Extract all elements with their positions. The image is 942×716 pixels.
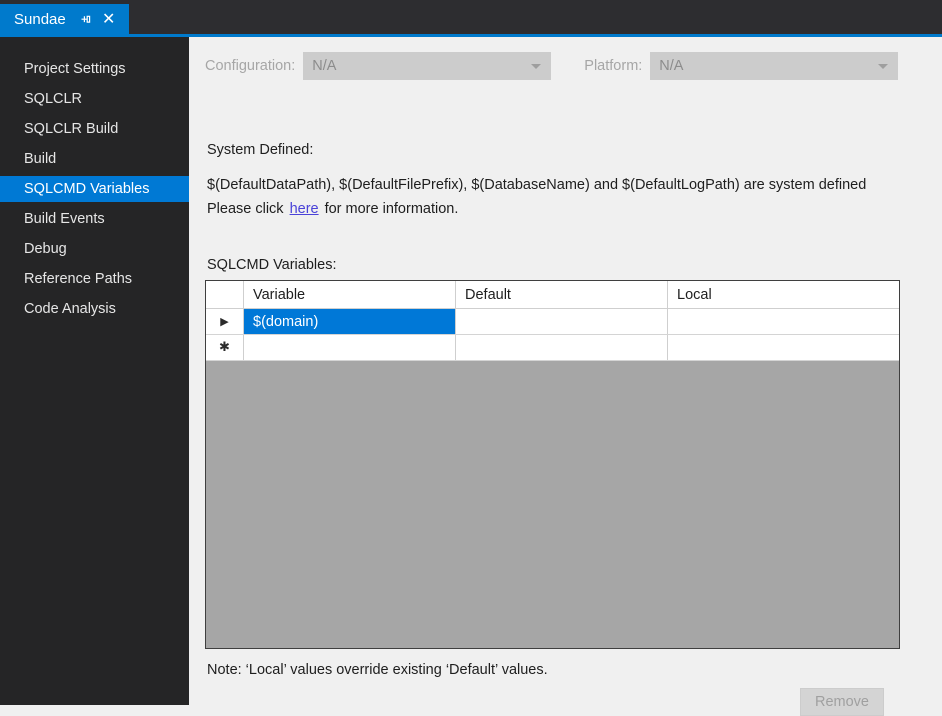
sidebar-item-label: Build — [24, 151, 57, 167]
grid-header-selector — [206, 281, 244, 308]
sidebar-item-code-analysis[interactable]: Code Analysis — [0, 296, 189, 322]
system-defined-description: $(DefaultDataPath), $(DefaultFilePrefix)… — [207, 177, 867, 193]
sidebar-item-label: Reference Paths — [24, 271, 133, 287]
more-information-link[interactable]: here — [290, 201, 319, 217]
configuration-row: Configuration: N/A Platform: N/A — [205, 52, 899, 80]
sidebar-item-sqlclr[interactable]: SQLCLR — [0, 86, 189, 112]
please-click-text: Please click — [207, 201, 284, 217]
grid-header-row: Variable Default Local — [206, 281, 899, 309]
table-row-new[interactable]: ✱ — [206, 335, 899, 361]
current-row-indicator[interactable]: ▶ — [206, 309, 244, 334]
for-more-information-text: for more information. — [324, 201, 459, 217]
sidebar-item-reference-paths[interactable]: Reference Paths — [0, 266, 189, 292]
sidebar-item-sqlcmd-variables[interactable]: SQLCMD Variables — [0, 176, 198, 202]
remove-button[interactable]: Remove — [800, 688, 884, 716]
configuration-dropdown[interactable]: N/A — [303, 52, 552, 80]
cell-default[interactable] — [456, 335, 668, 360]
cell-local[interactable] — [668, 309, 899, 334]
close-icon[interactable]: ✕ — [98, 8, 120, 30]
close-glyph: ✕ — [102, 9, 116, 28]
sidebar-item-label: SQLCLR Build — [24, 121, 119, 137]
sidebar-item-label: Build Events — [24, 211, 105, 227]
grid-header-variable[interactable]: Variable — [244, 281, 456, 308]
sidebar: Project Settings SQLCLR SQLCLR Build Bui… — [0, 37, 198, 705]
sidebar-item-label: SQLCLR — [24, 91, 83, 107]
tab-title: Sundae — [14, 10, 66, 28]
table-row[interactable]: ▶ $(domain) — [206, 309, 899, 335]
cell-variable[interactable]: $(domain) — [244, 309, 456, 334]
platform-label: Platform: — [584, 58, 643, 74]
configuration-label: Configuration: — [205, 58, 296, 74]
sidebar-item-label: Project Settings — [24, 61, 126, 77]
pin-icon[interactable] — [75, 8, 97, 30]
grid-header-local[interactable]: Local — [668, 281, 899, 308]
configuration-value: N/A — [312, 58, 337, 74]
sidebar-item-build-events[interactable]: Build Events — [0, 206, 189, 232]
sidebar-item-project-settings[interactable]: Project Settings — [0, 56, 189, 82]
row-arrow-icon: ▶ — [220, 315, 229, 328]
cell-default[interactable] — [456, 309, 668, 334]
system-defined-heading: System Defined: — [207, 142, 314, 158]
chevron-down-icon — [878, 64, 889, 69]
sidebar-item-label: Debug — [24, 241, 67, 257]
tab-strip: Sundae ✕ — [0, 0, 942, 34]
chevron-down-icon — [531, 64, 542, 69]
grid-note: Note: ‘Local’ values override existing ‘… — [207, 662, 548, 678]
sidebar-item-build[interactable]: Build — [0, 146, 189, 172]
tab-sundae[interactable]: Sundae ✕ — [0, 4, 129, 34]
platform-value: N/A — [659, 58, 684, 74]
sidebar-item-debug[interactable]: Debug — [0, 236, 189, 262]
sidebar-item-sqlclr-build[interactable]: SQLCLR Build — [0, 116, 189, 142]
grid-label: SQLCMD Variables: — [207, 257, 337, 273]
grid-header-default[interactable]: Default — [456, 281, 668, 308]
cell-local[interactable] — [668, 335, 899, 360]
new-row-indicator[interactable]: ✱ — [206, 335, 244, 360]
system-defined-link-line: Please click here for more information. — [207, 201, 458, 217]
sidebar-item-label: Code Analysis — [24, 301, 116, 317]
sqlcmd-variables-grid[interactable]: Variable Default Local ▶ $(domain) ✱ — [205, 280, 900, 649]
content-pane: Configuration: N/A Platform: N/A System … — [189, 37, 942, 716]
cell-variable[interactable] — [244, 335, 456, 360]
platform-dropdown[interactable]: N/A — [650, 52, 899, 80]
asterisk-icon: ✱ — [219, 340, 230, 355]
sidebar-item-label: SQLCMD Variables — [24, 181, 150, 197]
